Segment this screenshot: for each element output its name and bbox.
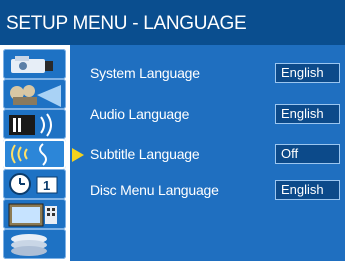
audio-language-value[interactable]: English [275, 104, 340, 124]
sidebar-item-timer[interactable]: 1 [3, 169, 66, 199]
sidebar-item-disc[interactable] [3, 229, 66, 259]
svg-text:1: 1 [43, 178, 50, 193]
menu-row-subtitle-language[interactable]: Subtitle Language Off [70, 143, 345, 167]
subtitle-language-value[interactable]: Off [275, 144, 340, 164]
speaker-icon [9, 113, 52, 137]
page-title: SETUP MENU - LANGUAGE [6, 13, 247, 34]
sidebar-item-display[interactable] [3, 199, 66, 229]
projector-icon [10, 85, 61, 107]
clock-timer-icon: 1 [9, 173, 58, 195]
selection-pointer-icon [72, 148, 84, 162]
sidebar-item-camera[interactable] [3, 49, 66, 79]
system-language-value[interactable]: English [275, 63, 340, 83]
setup-menu-screen: SETUP MENU - LANGUAGE 1 System Language … [0, 0, 345, 261]
disc-menu-language-label: Disc Menu Language [90, 182, 219, 198]
system-language-label: System Language [90, 65, 200, 81]
sidebar: 1 [0, 45, 70, 261]
menu-row-audio-language[interactable]: Audio Language English [70, 103, 345, 127]
sidebar-item-language[interactable] [3, 139, 66, 169]
subtitle-wave-icon [11, 143, 47, 166]
camera-icon [11, 56, 53, 73]
sidebar-item-projector[interactable] [3, 79, 66, 109]
disc-menu-language-value[interactable]: English [275, 180, 340, 200]
menu-row-system-language[interactable]: System Language English [70, 62, 345, 86]
language-settings-panel: System Language English Audio Language E… [70, 45, 345, 261]
tv-screen-icon [8, 203, 57, 227]
menu-row-disc-menu-language[interactable]: Disc Menu Language English [70, 179, 345, 203]
audio-language-label: Audio Language [90, 106, 190, 122]
subtitle-language-label: Subtitle Language [90, 146, 200, 162]
sidebar-item-speaker[interactable] [3, 109, 66, 139]
disc-stack-icon [11, 234, 47, 256]
title-bar: SETUP MENU - LANGUAGE [0, 0, 345, 45]
